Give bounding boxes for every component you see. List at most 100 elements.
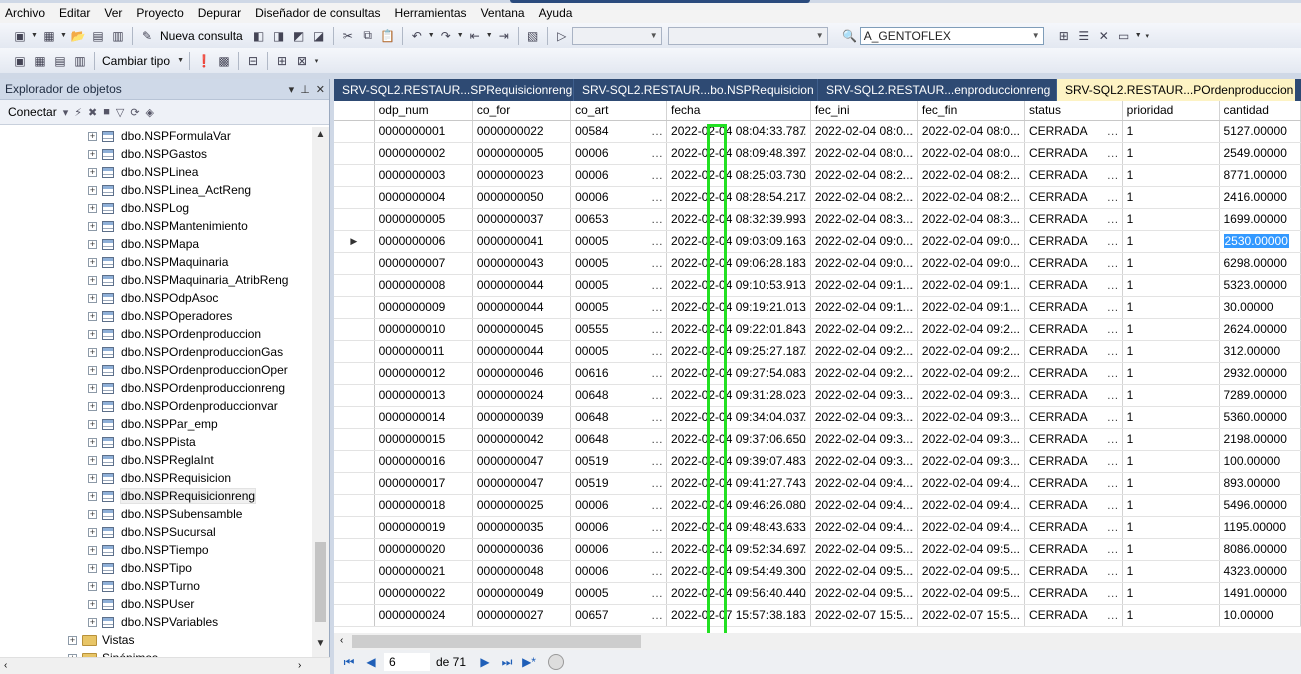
table-cell[interactable]: 2022-02-04 08:2...: [917, 164, 1025, 187]
table-cell[interactable]: 2022-02-04 09:5...…: [810, 560, 918, 583]
table-cell[interactable]: 2022-02-04 09:37:06.650…: [666, 428, 811, 451]
column-header[interactable]: fec_fin: [917, 101, 1025, 121]
scroll-left-icon[interactable]: ‹: [4, 660, 7, 671]
tree-node-table[interactable]: + dbo.NSPTipo: [88, 559, 192, 577]
table-cell[interactable]: CERRADA…: [1024, 516, 1123, 539]
tree-node-table[interactable]: + dbo.NSPVariables: [88, 613, 218, 631]
solution-explorer-icon[interactable]: ⊞: [1054, 26, 1074, 46]
add-derived-table-icon[interactable]: ⊠: [292, 51, 312, 71]
menu-item[interactable]: Ver: [97, 4, 129, 22]
table-cell[interactable]: 4323.00000: [1219, 560, 1301, 583]
table-cell[interactable]: 2022-02-04 09:4...…: [810, 494, 918, 517]
properties-icon[interactable]: ☰: [1074, 26, 1094, 46]
column-header[interactable]: status: [1024, 101, 1123, 121]
table-cell[interactable]: 1: [1122, 164, 1220, 187]
table-cell[interactable]: 2022-02-04 09:48:43.633…: [666, 516, 811, 539]
solution-platform-combo[interactable]: ▼: [667, 26, 828, 45]
table-cell[interactable]: 2022-02-04 08:0...: [917, 142, 1025, 165]
table-cell[interactable]: 00653…: [570, 208, 668, 231]
table-cell[interactable]: 0000000045: [472, 318, 572, 341]
tree-node-table[interactable]: + dbo.NSPLinea: [88, 163, 198, 181]
toolbar-overflow-icon[interactable]: ▾: [312, 51, 321, 71]
table-cell[interactable]: 2022-02-04 09:19:21.013…: [666, 296, 811, 319]
activity-icon[interactable]: ◈: [146, 106, 154, 119]
table-cell[interactable]: 0000000048: [472, 560, 572, 583]
document-tab[interactable]: SRV-SQL2.RESTAUR...enproduccionreng: [818, 79, 1057, 101]
table-cell[interactable]: CERRADA…: [1024, 406, 1123, 429]
column-header[interactable]: fec_ini: [810, 101, 918, 121]
table-cell[interactable]: 6298.00000: [1219, 252, 1301, 275]
table-cell[interactable]: 5496.00000: [1219, 494, 1301, 517]
table-cell[interactable]: 1: [1122, 340, 1220, 363]
table-cell[interactable]: 2022-02-04 08:0...…: [810, 120, 918, 143]
table-cell[interactable]: 00657…: [570, 604, 668, 627]
tree-node-table[interactable]: + dbo.NSPPar_emp: [88, 415, 218, 433]
table-cell[interactable]: 0000000027: [472, 604, 572, 627]
table-row[interactable]: 0000000001 0000000022 00584… 2022-02-04 08:…: [334, 120, 1301, 143]
add-item-icon[interactable]: ▦: [39, 26, 59, 46]
table-cell[interactable]: 0000000035: [472, 516, 572, 539]
tree-node-table[interactable]: + dbo.NSPTurno: [88, 577, 200, 595]
table-cell[interactable]: 1: [1122, 582, 1220, 605]
table-cell[interactable]: CERRADA…: [1024, 362, 1123, 385]
menu-item[interactable]: Ayuda: [532, 4, 580, 22]
table-cell[interactable]: CERRADA…: [1024, 340, 1123, 363]
table-cell[interactable]: 2198.00000: [1219, 428, 1301, 451]
table-cell[interactable]: 0000000009: [374, 296, 473, 319]
explorer-vertical-scrollbar[interactable]: ▲ ▼: [312, 127, 329, 657]
table-cell[interactable]: 2022-02-04 09:5...…: [810, 538, 918, 561]
expand-icon[interactable]: +: [88, 419, 97, 429]
table-cell[interactable]: 1699.00000: [1219, 208, 1301, 231]
table-cell[interactable]: 2022-02-04 09:41:27.743…: [666, 472, 811, 495]
table-cell[interactable]: 2022-02-04 09:5...: [917, 538, 1025, 561]
tree-node-table[interactable]: + dbo.NSPRequisicion: [88, 469, 231, 487]
table-cell[interactable]: 0000000003: [374, 164, 473, 187]
navigate-forward-icon[interactable]: ⇥: [494, 26, 514, 46]
table-cell[interactable]: 0000000018: [374, 494, 473, 517]
column-header[interactable]: co_art: [570, 101, 668, 121]
table-cell[interactable]: 1: [1122, 142, 1220, 165]
table-cell[interactable]: 2022-02-04 09:2...…: [810, 318, 918, 341]
table-cell[interactable]: 2022-02-04 09:5...: [917, 560, 1025, 583]
expand-icon[interactable]: +: [68, 635, 77, 645]
table-cell[interactable]: 0000000022: [374, 582, 473, 605]
table-cell[interactable]: 00005…: [570, 296, 668, 319]
change-type-button[interactable]: Cambiar tipo: [99, 54, 176, 68]
table-cell[interactable]: CERRADA…: [1024, 494, 1123, 517]
table-cell[interactable]: 1: [1122, 560, 1220, 583]
table-cell[interactable]: 0000000024: [374, 604, 473, 627]
table-cell[interactable]: 00006…: [570, 560, 668, 583]
tree-node-table[interactable]: + dbo.NSPOrdenproduccionvar: [88, 397, 278, 415]
tree-node-table[interactable]: + dbo.NSPUser: [88, 595, 194, 613]
table-cell[interactable]: CERRADA…: [1024, 252, 1123, 275]
menu-item[interactable]: Editar: [52, 4, 97, 22]
table-cell[interactable]: 2022-02-04 09:3...: [917, 384, 1025, 407]
row-header[interactable]: [334, 186, 375, 209]
grid-horizontal-scrollbar[interactable]: ‹: [334, 633, 1301, 650]
tree-node-table[interactable]: + dbo.NSPRequisicionreng: [88, 487, 257, 505]
add-item-dropdown-icon[interactable]: ▼: [59, 26, 68, 46]
copy-icon[interactable]: ⧉: [358, 26, 378, 46]
table-cell[interactable]: 10.00000: [1219, 604, 1301, 627]
table-cell[interactable]: 0000000042: [472, 428, 572, 451]
table-cell[interactable]: 1: [1122, 428, 1220, 451]
row-header[interactable]: [334, 164, 375, 187]
table-cell[interactable]: CERRADA…: [1024, 296, 1123, 319]
table-cell[interactable]: 1: [1122, 538, 1220, 561]
table-cell[interactable]: 0000000025: [472, 494, 572, 517]
pin-icon[interactable]: ⊥: [300, 83, 310, 96]
table-cell[interactable]: 0000000023: [472, 164, 572, 187]
row-header[interactable]: [334, 604, 375, 627]
table-cell[interactable]: CERRADA…: [1024, 142, 1123, 165]
table-cell[interactable]: CERRADA…: [1024, 538, 1123, 561]
analysis-query-icon[interactable]: ◨: [269, 26, 289, 46]
tree-node-table[interactable]: + dbo.NSPOrdenproduccionOper: [88, 361, 288, 379]
scroll-right-icon[interactable]: ›: [298, 660, 301, 671]
table-cell[interactable]: 0000000043: [472, 252, 572, 275]
table-cell[interactable]: 2022-02-04 08:3...…: [810, 208, 918, 231]
table-cell[interactable]: 1: [1122, 296, 1220, 319]
tree-node-table[interactable]: + dbo.NSPLinea_ActReng: [88, 181, 251, 199]
table-cell[interactable]: 0000000005: [472, 142, 572, 165]
table-cell[interactable]: 1: [1122, 318, 1220, 341]
menu-item[interactable]: Archivo: [4, 4, 52, 22]
